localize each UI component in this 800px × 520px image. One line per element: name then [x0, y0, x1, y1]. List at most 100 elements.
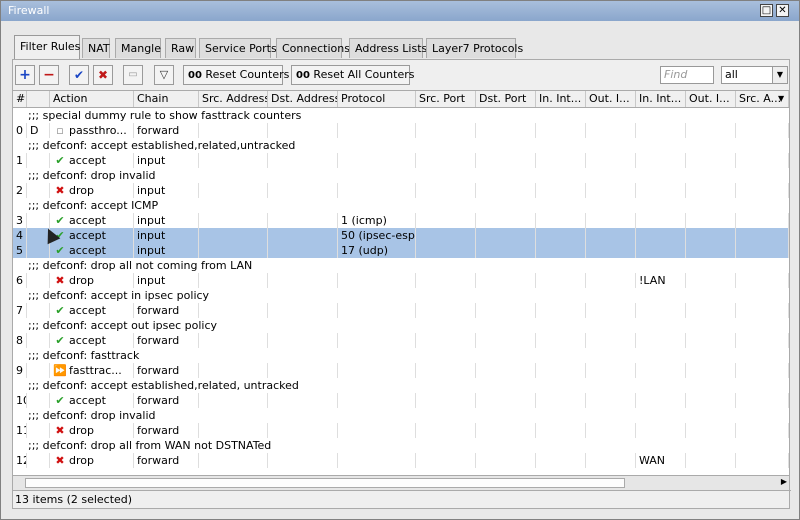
disable-icon[interactable]: ✖: [93, 65, 113, 85]
column-header[interactable]: Out. I...: [586, 91, 636, 107]
reset-all-counters-button[interactable]: 00 Reset All Counters: [291, 65, 414, 85]
rule-comment: ;;; special dummy rule to show fasttrack…: [28, 109, 302, 122]
rule-action-label: passthro...: [69, 124, 127, 137]
table-row[interactable]: 1 ✔ accept input: [13, 153, 789, 168]
toolbar: + − ✔ ✖ ▭ ▽ 00 Reset Counters 00 Reset A…: [13, 60, 789, 90]
rule-flag-cell: [27, 453, 50, 468]
tab-filter-rules[interactable]: Filter Rules: [14, 35, 80, 59]
comment-row[interactable]: ;;; defconf: drop invalid: [13, 168, 789, 183]
tab-layer7-protocols[interactable]: Layer7 Protocols: [426, 38, 523, 58]
table-row[interactable]: 8 ✔ accept forward: [13, 333, 789, 348]
src-address-cell: [199, 153, 268, 168]
rule-protocol-cell: [338, 303, 416, 318]
in-interface-list-cell: [636, 363, 686, 378]
rule-chain-cell: input: [134, 228, 199, 243]
out-interface-cell: [586, 393, 636, 408]
horizontal-scrollbar[interactable]: ▶: [13, 475, 789, 490]
out-interface-list-cell: [686, 303, 736, 318]
comment-row[interactable]: ;;; defconf: fasttrack: [13, 348, 789, 363]
accept-icon: ✔: [55, 394, 65, 407]
close-icon[interactable]: ✕: [776, 4, 789, 17]
src-address-list-cell: [736, 123, 789, 138]
remove-icon[interactable]: −: [39, 65, 59, 85]
comment-row[interactable]: ;;; defconf: drop invalid: [13, 408, 789, 423]
rule-flag-cell: [27, 273, 50, 288]
table-row[interactable]: 5 ✔ accept input 17 (udp): [13, 243, 789, 258]
src-address-cell: [199, 228, 268, 243]
table-row[interactable]: 10 ✔ accept forward: [13, 393, 789, 408]
table-row[interactable]: 9 ⏩ fasttrac... forward: [13, 363, 789, 378]
comment-icon[interactable]: ▭: [123, 65, 143, 85]
column-header[interactable]: In. Int...: [636, 91, 686, 107]
chevron-down-icon[interactable]: ▼: [772, 67, 787, 83]
column-header[interactable]: Action: [50, 91, 134, 107]
dst-port-cell: [476, 153, 536, 168]
comment-row[interactable]: ;;; defconf: accept established,related,…: [13, 378, 789, 393]
rule-action-label: drop: [69, 274, 94, 287]
in-interface-cell: [536, 228, 586, 243]
table-row[interactable]: 4 ✔ accept input 50 (ipsec-esp): [13, 228, 789, 243]
table-row[interactable]: 3 ✔ accept input 1 (icmp): [13, 213, 789, 228]
add-icon[interactable]: +: [15, 65, 35, 85]
column-header[interactable]: Src. Address: [199, 91, 268, 107]
reset-counters-label: Reset Counters: [205, 68, 290, 81]
comment-row[interactable]: ;;; defconf: drop all not coming from LA…: [13, 258, 789, 273]
enable-icon[interactable]: ✔: [69, 65, 89, 85]
column-header[interactable]: [27, 91, 50, 107]
column-header[interactable]: Src. Port: [416, 91, 476, 107]
column-header[interactable]: Chain: [134, 91, 199, 107]
in-interface-list-cell: [636, 393, 686, 408]
rule-action-label: accept: [69, 304, 106, 317]
src-address-list-cell: [736, 303, 789, 318]
comment-row[interactable]: ;;; defconf: accept established,related,…: [13, 138, 789, 153]
column-header[interactable]: Protocol: [338, 91, 416, 107]
tab-mangle[interactable]: Mangle: [115, 38, 161, 58]
table-row[interactable]: 2 ✖ drop input: [13, 183, 789, 198]
out-interface-list-cell: [686, 213, 736, 228]
comment-row[interactable]: ;;; special dummy rule to show fasttrack…: [13, 108, 789, 123]
scrollbar-thumb[interactable]: [25, 478, 625, 488]
out-interface-cell: [586, 363, 636, 378]
rule-chain-cell: forward: [134, 453, 199, 468]
table-row[interactable]: 12 ✖ drop forward WAN: [13, 453, 789, 468]
dst-port-cell: [476, 123, 536, 138]
comment-row[interactable]: ;;; defconf: accept out ipsec policy: [13, 318, 789, 333]
rule-protocol-cell: [338, 453, 416, 468]
column-header[interactable]: Dst. Port: [476, 91, 536, 107]
rule-chain-cell: input: [134, 213, 199, 228]
tab-raw[interactable]: Raw: [165, 38, 196, 58]
scroll-right-icon[interactable]: ▶: [781, 477, 787, 486]
comment-row[interactable]: ;;; defconf: drop all from WAN not DSTNA…: [13, 438, 789, 453]
dst-port-cell: [476, 183, 536, 198]
column-header[interactable]: Out. I...: [686, 91, 736, 107]
src-address-list-cell: [736, 423, 789, 438]
find-input[interactable]: Find: [660, 66, 714, 84]
table-row[interactable]: 0 D ▫ passthro... forward: [13, 123, 789, 138]
rule-action-cell: ✖ drop: [50, 183, 134, 198]
column-header[interactable]: Dst. Address: [268, 91, 338, 107]
tab-service-ports[interactable]: Service Ports: [199, 38, 277, 58]
rule-flag-cell: [27, 153, 50, 168]
filter-select[interactable]: all ▼: [721, 66, 788, 84]
table-row[interactable]: 7 ✔ accept forward: [13, 303, 789, 318]
rule-chain-cell: forward: [134, 123, 199, 138]
column-header[interactable]: In. Int...: [536, 91, 586, 107]
maximize-icon[interactable]: □: [760, 4, 773, 17]
rule-action-label: accept: [69, 334, 106, 347]
comment-row[interactable]: ;;; defconf: accept in ipsec policy: [13, 288, 789, 303]
title-bar[interactable]: Firewall □ ✕: [1, 1, 799, 21]
tab-nat[interactable]: NAT: [82, 38, 110, 58]
tab-address-lists[interactable]: Address Lists: [349, 38, 427, 58]
table-row[interactable]: 11 ✖ drop forward: [13, 423, 789, 438]
column-header[interactable]: #: [13, 91, 27, 107]
filter-icon[interactable]: ▽: [154, 65, 174, 85]
comment-row[interactable]: ;;; defconf: accept ICMP: [13, 198, 789, 213]
column-menu-icon[interactable]: ▼: [775, 91, 789, 107]
rule-comment: ;;; defconf: accept ICMP: [28, 199, 159, 212]
tab-connections[interactable]: Connections: [276, 38, 350, 58]
dst-address-cell: [268, 243, 338, 258]
table-row[interactable]: 6 ✖ drop input !LAN: [13, 273, 789, 288]
out-interface-list-cell: [686, 153, 736, 168]
reset-counters-button[interactable]: 00 Reset Counters: [183, 65, 289, 85]
in-interface-list-cell: [636, 123, 686, 138]
